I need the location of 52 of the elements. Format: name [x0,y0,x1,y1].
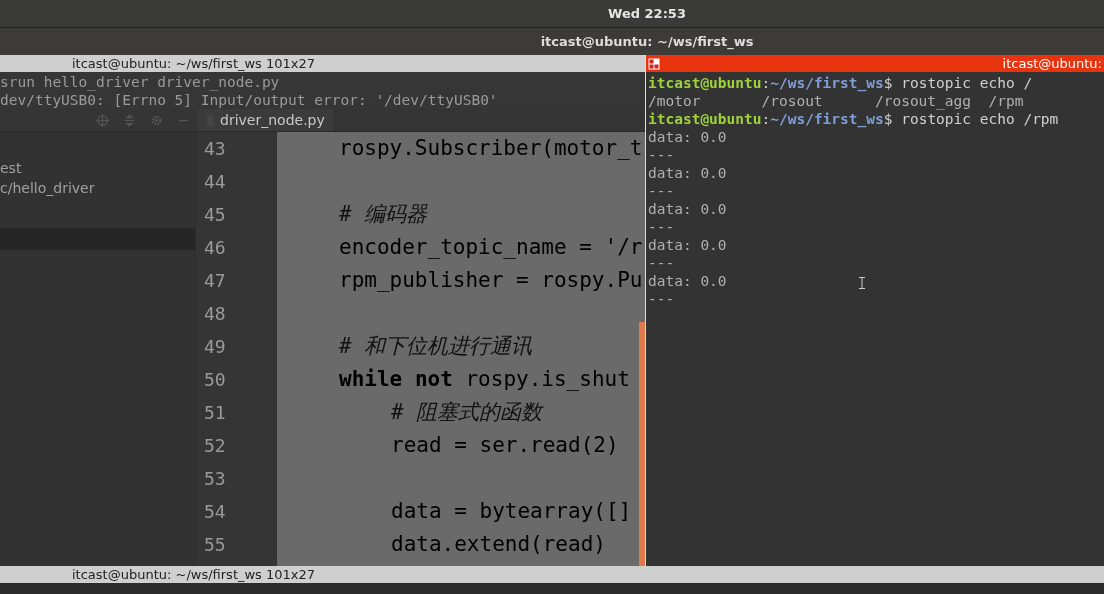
editor-tab[interactable]: driver_node.py [198,109,333,131]
output-line: --- [648,290,675,308]
line-number: 50 [203,368,227,392]
output-line: data: 0.0 [648,272,727,290]
line-number: 55 [203,533,227,557]
prompt-line: itcast@ubuntu:~/ws/first_ws$ rostopic echo / [648,74,1034,92]
line-number: 46 [203,236,227,260]
output-line: data: 0.0 [648,164,727,182]
output-line: data: 0.0 [648,128,727,146]
code-line: encoder_topic_name = '/r [339,235,643,259]
sidebar-item[interactable]: est [0,158,195,178]
output-line: /motor /rosout /rosout_agg /rpm [648,92,1024,110]
code-comment: # 阻塞式的函数 [391,400,543,424]
output-line: --- [648,218,675,236]
code-line: rpm_publisher = rospy.Pu [339,268,643,292]
sidebar-item[interactable]: c/hello_driver [0,178,195,198]
scrollbar[interactable] [639,322,645,566]
code-line: while not rospy.is_shut [339,367,630,391]
line-number: 48 [203,302,227,326]
output-line: data: 0.0 [648,236,727,254]
window-title: itcast@ubuntu: ~/ws/first_ws [540,34,754,49]
line-number: 53 [203,467,227,491]
terminal-title: itcast@ubuntu: ~/ws/first_ws 101x27 [72,56,316,71]
code-line: read = ser.read(2) [391,433,619,457]
clock[interactable]: Wed 22:53 [608,6,686,21]
code-line: data.extend(read) [391,532,606,556]
output-line: --- [648,254,675,272]
line-number: 54 [203,500,227,524]
text-cursor-icon [859,277,865,289]
line-number: 52 [203,434,227,458]
collapse-icon[interactable] [123,113,136,127]
prompt-line: itcast@ubuntu:~/ws/first_ws$ rostopic echo /rpm [648,110,1060,128]
line-number: 43 [203,137,227,161]
line-number: 49 [203,335,227,359]
terminal-line: srun hello_driver driver_node.py [0,73,281,91]
window-menu-icon[interactable] [648,57,660,70]
line-number: 45 [203,203,227,227]
line-number: 51 [203,401,227,425]
terminal-title: itcast@ubuntu: [1002,56,1102,71]
output-line: data: 0.0 [648,200,727,218]
code-line: data = bytearray([] [391,499,632,523]
terminal-title: itcast@ubuntu: ~/ws/first_ws 101x27 [72,567,316,582]
code-line: rospy.Subscriber(motor_t [339,136,643,160]
line-number: 44 [203,170,227,194]
output-line: --- [648,182,675,200]
code-comment: # 编码器 [339,202,428,226]
crosshair-icon[interactable] [96,113,109,127]
terminal-line: dev/ttyUSB0: [Errno 5] Input/output error: '/dev/ttyUSB0' [0,91,499,109]
line-number: 47 [203,269,227,293]
output-line: --- [648,146,675,164]
code-comment: # 和下位机进行通讯 [339,334,533,358]
gear-icon[interactable] [150,113,163,127]
